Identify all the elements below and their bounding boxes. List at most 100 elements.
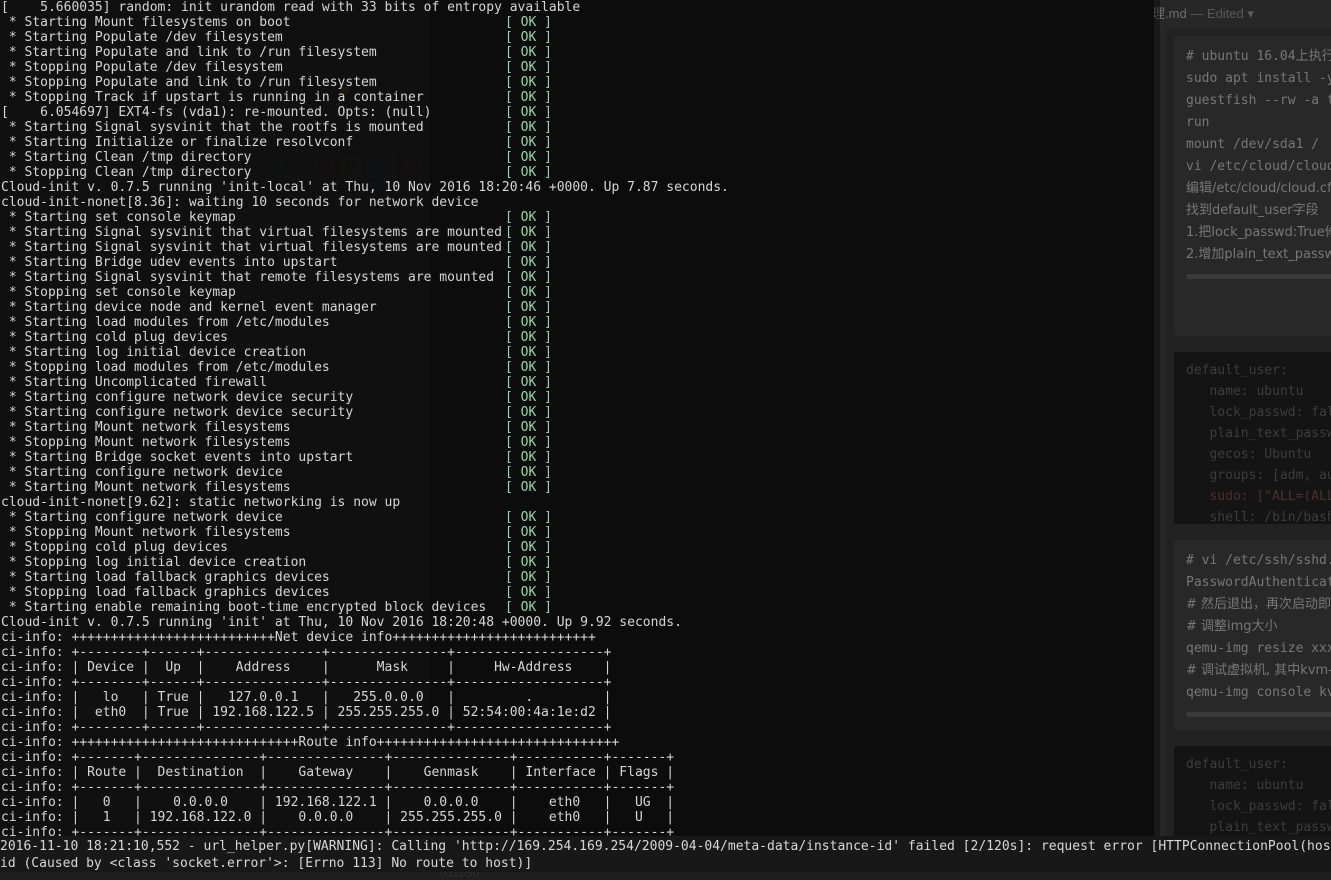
terminal-line-text: * Starting device node and kernel event … xyxy=(1,300,377,315)
terminal-line-text: * Starting Bridge udev events into upsta… xyxy=(1,255,338,270)
terminal-line-text: * Starting configure network device xyxy=(1,510,283,525)
markdown-line: # 然后退出，再次启动即可 xyxy=(1186,597,1331,612)
terminal-status-ok: [ OK ] xyxy=(505,465,552,480)
terminal-line: * Stopping Populate /dev filesystem [ OK … xyxy=(0,60,1154,75)
terminal-line-text: ci-info: +-------+---------------+------… xyxy=(1,750,675,765)
markdown-horizontal-scrollbar[interactable] xyxy=(1186,712,1331,717)
terminal-line-text: ci-info: ++++++++++++++++++++++++++Net d… xyxy=(1,630,596,645)
terminal-line: ci-info: | Device | Up | Address | Mask … xyxy=(0,660,1154,675)
terminal-line: cloud-init-nonet[8.36]: waiting 10 secon… xyxy=(0,195,1154,210)
terminal-line-text: * Stopping Mount network filesystems xyxy=(1,525,291,540)
terminal-line: ci-info: +-------+---------------+------… xyxy=(0,750,1154,765)
terminal-line: * Starting Initialize or finalize resolv… xyxy=(0,135,1154,150)
terminal-line: ci-info: +--------+------+--------------… xyxy=(0,720,1154,735)
terminal-line: * Stopping Clean /tmp directory [ OK ] xyxy=(0,165,1154,180)
markdown-line: # 调试虚拟机, 其中kvm-4是domain-name xyxy=(1186,663,1331,678)
markdown-horizontal-scrollbar[interactable] xyxy=(1186,274,1331,279)
terminal-right-edge xyxy=(1154,0,1160,836)
terminal-line: * Stopping set console keymap [ OK ] xyxy=(0,285,1154,300)
markdown-line: # 调整img大小 xyxy=(1186,619,1278,634)
markdown-editor-window[interactable]: 理.md — Edited ▾ # ubuntu 16.04上执行的操作 sud… xyxy=(1146,0,1331,872)
terminal-line-text: * Starting Populate and link to /run fil… xyxy=(1,45,377,60)
terminal-line-text: * Stopping log initial device creation xyxy=(1,555,307,570)
terminal-status-ok: [ OK ] xyxy=(505,60,552,75)
terminal-status-ok: [ OK ] xyxy=(505,405,552,420)
terminal-line: * Starting Bridge socket events into ups… xyxy=(0,450,1154,465)
terminal-line: * Starting configure network device secu… xyxy=(0,390,1154,405)
terminal-line: * Starting Signal sysvinit that virtual … xyxy=(0,240,1154,255)
terminal-line-text: * Starting Populate /dev filesystem xyxy=(1,30,283,45)
terminal-line-text: * Starting configure network device secu… xyxy=(1,405,354,420)
markdown-line: qemu-img console kvm-4 xyxy=(1186,685,1331,700)
markdown-editor-body[interactable]: # ubuntu 16.04上执行的操作 sudo apt install -y… xyxy=(1166,28,1331,872)
terminal-line: * Starting Uncomplicated firewall [ OK ] xyxy=(0,375,1154,390)
terminal-line-text: * Starting set console keymap xyxy=(1,210,236,225)
terminal-status-ok: [ OK ] xyxy=(505,210,552,225)
terminal-line-text: * Stopping Populate and link to /run fil… xyxy=(1,75,377,90)
terminal-line: [ 5.660035] random: init urandom read wi… xyxy=(0,0,1154,15)
terminal-line-text: * Starting Mount filesystems on boot xyxy=(1,15,291,30)
terminal-line: * Starting Signal sysvinit that remote f… xyxy=(0,270,1154,285)
terminal-line: ci-info: | 0 | 0.0.0.0 | 192.168.122.1 |… xyxy=(0,795,1154,810)
terminal-line-text: Cloud-init v. 0.7.5 running 'init-local'… xyxy=(1,180,729,195)
terminal-line: * Stopping load modules from /etc/module… xyxy=(0,360,1154,375)
markdown-editor-titlebar: 理.md — Edited ▾ xyxy=(1146,0,1331,28)
terminal-line: Cloud-init v. 0.7.5 running 'init-local'… xyxy=(0,180,1154,195)
terminal-line-text: ci-info: +--------+------+--------------… xyxy=(1,675,612,690)
markdown-editor-edited-state: — Edited xyxy=(1190,6,1244,21)
chevron-down-icon[interactable]: ▾ xyxy=(1247,6,1254,21)
kvm-serial-console-terminal[interactable]: [ 5.660035] random: init urandom read wi… xyxy=(0,0,1154,836)
code-line: lock_passwd: false xyxy=(1209,799,1331,814)
terminal-status-ok: [ OK ] xyxy=(505,390,552,405)
terminal-line: * Stopping log initial device creation [ … xyxy=(0,555,1154,570)
terminal-status-ok: [ OK ] xyxy=(505,570,552,585)
terminal-line-text: ci-info: | 1 | 192.168.122.0 | 0.0.0.0 |… xyxy=(1,810,675,825)
terminal-line-text: * Starting log initial device creation xyxy=(1,345,307,360)
terminal-line-text: * Starting load modules from /etc/module… xyxy=(1,315,330,330)
terminal-line-text: cloud-init-nonet[9.62]: static networkin… xyxy=(1,495,401,510)
terminal-status-ok: [ OK ] xyxy=(505,510,552,525)
terminal-status-ok: [ OK ] xyxy=(505,225,552,240)
bottom-log-line-2: id (Caused by <class 'socket.error'>: [E… xyxy=(0,856,533,871)
terminal-line: Cloud-init v. 0.7.5 running 'init' at Th… xyxy=(0,615,1154,630)
terminal-line: * Starting configure network device [ OK … xyxy=(0,465,1154,480)
terminal-line: ci-info: ++++++++++++++++++++++++++Net d… xyxy=(0,630,1154,645)
terminal-status-ok: [ OK ] xyxy=(505,450,552,465)
terminal-line: ci-info: +-------+---------------+------… xyxy=(0,780,1154,795)
terminal-line: ci-info: | eth0 | True | 192.168.122.5 |… xyxy=(0,705,1154,720)
terminal-status-ok: [ OK ] xyxy=(505,240,552,255)
terminal-line-text: * Starting enable remaining boot-time en… xyxy=(1,600,487,615)
terminal-line-text: * Starting Initialize or finalize resolv… xyxy=(1,135,354,150)
code-line: default_user: xyxy=(1186,757,1288,772)
code-line: plain_text_passwd: 'ubuntu' xyxy=(1209,820,1331,835)
terminal-line-text: * Starting configure network device secu… xyxy=(1,390,354,405)
terminal-status-ok: [ OK ] xyxy=(505,540,552,555)
terminal-line-text: ci-info: +--------+------+--------------… xyxy=(1,720,612,735)
terminal-status-ok: [ OK ] xyxy=(505,45,552,60)
markdown-line: run xyxy=(1186,115,1210,130)
terminal-line-text: [ 6.054697] EXT4-fs (vda1): re-mounted. … xyxy=(1,105,432,120)
terminal-status-ok: [ OK ] xyxy=(505,30,552,45)
terminal-line-text: * Stopping load fallback graphics device… xyxy=(1,585,330,600)
bottom-log-strip: 2016-11-10 18:21:10,552 - url_helper.py[… xyxy=(0,836,1331,872)
code-line: gecos: Ubuntu xyxy=(1186,447,1312,462)
terminal-status-ok: [ OK ] xyxy=(505,90,552,105)
terminal-line-text: * Starting cold plug devices xyxy=(1,330,228,345)
terminal-status-ok: [ OK ] xyxy=(505,75,552,90)
terminal-output: [ 5.660035] random: init urandom read wi… xyxy=(0,0,1154,836)
terminal-line: * Stopping load fallback graphics device… xyxy=(0,585,1154,600)
terminal-line-text: ci-info: +++++++++++++++++++++++++++++Ro… xyxy=(1,735,620,750)
code-line: groups: [adm, audio, cdrom, dialout, dip… xyxy=(1209,468,1331,483)
terminal-line: * Starting Populate /dev filesystem [ OK … xyxy=(0,30,1154,45)
terminal-status-ok: [ OK ] xyxy=(505,285,552,300)
terminal-line-text: * Stopping Clean /tmp directory xyxy=(1,165,252,180)
terminal-line: * Stopping cold plug devices [ OK ] xyxy=(0,540,1154,555)
code-line: name: ubuntu xyxy=(1186,778,1304,793)
code-line: lock_passwd: false xyxy=(1209,405,1331,420)
terminal-line: ci-info: | 1 | 192.168.122.0 | 0.0.0.0 |… xyxy=(0,810,1154,825)
terminal-line-text: * Stopping set console keymap xyxy=(1,285,236,300)
terminal-line-text: * Starting Mount network filesystems xyxy=(1,420,291,435)
markdown-line: sudo apt install -y libguestfs-tools xyxy=(1186,71,1331,86)
markdown-block-card: # ubuntu 16.04上执行的操作 sudo apt install -y… xyxy=(1174,36,1331,336)
terminal-line-text: ci-info: | Route | Destination | Gateway… xyxy=(1,765,675,780)
